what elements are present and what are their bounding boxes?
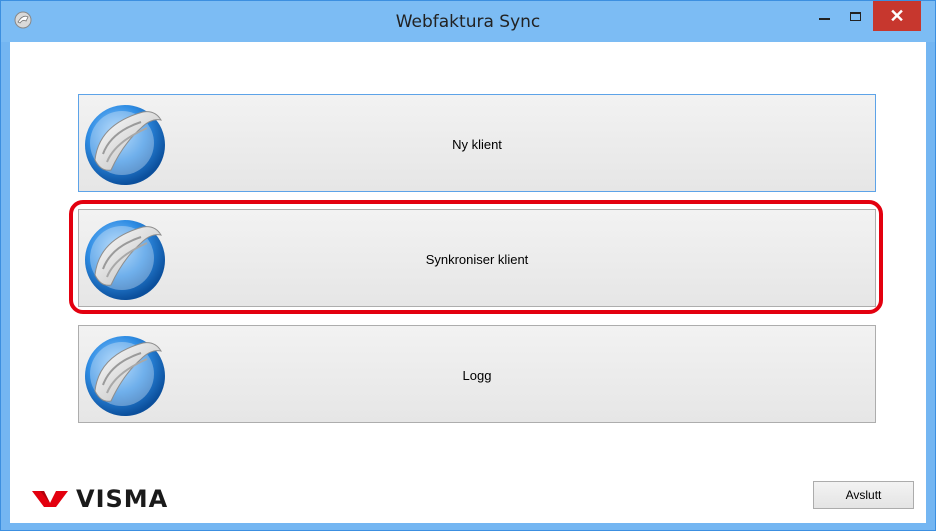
visma-logo: VISMA xyxy=(32,485,182,513)
close-button[interactable]: ✕ xyxy=(873,1,921,31)
new-client-button[interactable]: Ny klient xyxy=(78,94,876,192)
title-bar[interactable]: Webfaktura Sync ✕ xyxy=(1,1,935,42)
visma-swoosh-icon xyxy=(32,487,68,512)
window-title: Webfaktura Sync xyxy=(395,12,541,32)
close-icon: ✕ xyxy=(889,5,905,26)
maximize-icon xyxy=(849,11,861,21)
maximize-button[interactable] xyxy=(838,1,872,31)
exit-button[interactable]: Avslutt xyxy=(813,481,914,509)
minimize-button[interactable] xyxy=(807,1,841,31)
app-window: Webfaktura Sync ✕ Ny klient Synkroniser … xyxy=(0,0,936,531)
visma-logo-text: VISMA xyxy=(76,485,169,513)
log-button[interactable]: Logg xyxy=(78,325,876,423)
client-area: Ny klient Synkroniser klient Logg VISMA … xyxy=(10,42,926,523)
minimize-icon xyxy=(818,18,830,20)
sync-client-button[interactable]: Synkroniser klient xyxy=(78,209,876,307)
sync-client-label: Synkroniser klient xyxy=(425,252,529,267)
log-label: Logg xyxy=(462,368,492,383)
new-client-label: Ny klient xyxy=(452,137,502,152)
